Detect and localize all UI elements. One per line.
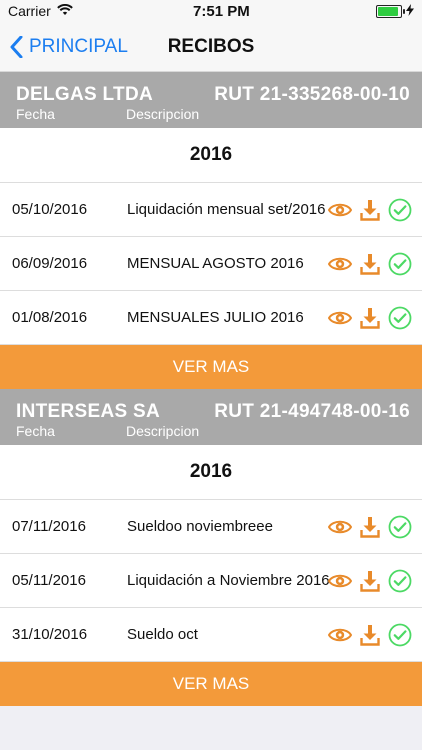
carrier-label: Carrier: [8, 3, 51, 19]
download-icon[interactable]: [358, 515, 382, 539]
download-icon[interactable]: [358, 198, 382, 222]
receipt-description: MENSUALES JULIO 2016: [127, 309, 304, 326]
receipt-date: 07/11/2016: [12, 518, 86, 535]
company-header: DELGAS LTDA RUT 21-335268-00-10 Fecha De…: [0, 72, 422, 128]
ver-mas-button[interactable]: VER MAS: [0, 345, 422, 389]
column-header-descripcion: Descripcion: [126, 423, 200, 439]
eye-icon[interactable]: [328, 623, 352, 647]
company-section: INTERSEAS SA RUT 21-494748-00-16 Fecha D…: [0, 389, 422, 706]
eye-icon[interactable]: [328, 198, 352, 222]
back-button[interactable]: PRINCIPAL: [0, 35, 128, 58]
check-circle-icon[interactable]: [388, 252, 412, 276]
download-icon[interactable]: [358, 252, 382, 276]
company-name: INTERSEAS SA: [16, 401, 161, 422]
navigation-bar: PRINCIPAL RECIBOS: [0, 22, 422, 72]
receipt-date: 01/08/2016: [12, 309, 88, 326]
receipt-row[interactable]: 31/10/2016 Sueldo oct: [0, 608, 422, 662]
receipt-description: MENSUAL AGOSTO 2016: [127, 255, 304, 272]
year-header: 2016: [0, 445, 422, 500]
column-header-descripcion: Descripcion: [126, 106, 200, 122]
receipt-date: 05/11/2016: [12, 572, 86, 589]
year-header: 2016: [0, 128, 422, 183]
ver-mas-button[interactable]: VER MAS: [0, 662, 422, 706]
company-section: DELGAS LTDA RUT 21-335268-00-10 Fecha De…: [0, 72, 422, 389]
eye-icon[interactable]: [328, 252, 352, 276]
receipt-description: Sueldoo noviembreee: [127, 518, 273, 535]
company-rut: RUT 21-494748-00-16: [214, 401, 410, 422]
company-name: DELGAS LTDA: [16, 84, 153, 105]
receipt-description: Liquidación mensual set/2016: [127, 201, 326, 218]
receipt-row[interactable]: 05/10/2016 Liquidación mensual set/2016: [0, 183, 422, 237]
receipt-row[interactable]: 06/09/2016 MENSUAL AGOSTO 2016: [0, 237, 422, 291]
company-rut: RUT 21-335268-00-10: [214, 84, 410, 105]
download-icon[interactable]: [358, 623, 382, 647]
receipt-description: Liquidación a Noviembre 2016: [127, 572, 330, 589]
eye-icon[interactable]: [328, 306, 352, 330]
check-circle-icon[interactable]: [388, 198, 412, 222]
company-header: INTERSEAS SA RUT 21-494748-00-16 Fecha D…: [0, 389, 422, 445]
download-icon[interactable]: [358, 306, 382, 330]
column-header-fecha: Fecha: [16, 106, 55, 122]
receipt-row[interactable]: 05/11/2016 Liquidación a Noviembre 2016: [0, 554, 422, 608]
receipt-row[interactable]: 07/11/2016 Sueldoo noviembreee: [0, 500, 422, 554]
receipt-description: Sueldo oct: [127, 626, 198, 643]
back-label: PRINCIPAL: [29, 35, 128, 57]
eye-icon[interactable]: [328, 569, 352, 593]
receipt-date: 31/10/2016: [12, 626, 88, 643]
check-circle-icon[interactable]: [388, 569, 412, 593]
download-icon[interactable]: [358, 569, 382, 593]
wifi-icon: [56, 3, 73, 19]
receipt-list: 05/10/2016 Liquidación mensual set/2016 …: [0, 183, 422, 345]
receipt-date: 06/09/2016: [12, 255, 88, 272]
check-circle-icon[interactable]: [388, 623, 412, 647]
column-header-fecha: Fecha: [16, 423, 55, 439]
battery-icon: [375, 4, 405, 18]
charging-icon: [405, 3, 414, 19]
clock: 7:51 PM: [193, 2, 250, 20]
check-circle-icon[interactable]: [388, 515, 412, 539]
chevron-left-icon: [10, 35, 23, 58]
status-bar: Carrier 7:51 PM: [0, 0, 422, 22]
receipt-date: 05/10/2016: [12, 201, 88, 218]
receipt-list: 07/11/2016 Sueldoo noviembreee 05/11/201…: [0, 500, 422, 662]
receipt-row[interactable]: 01/08/2016 MENSUALES JULIO 2016: [0, 291, 422, 345]
eye-icon[interactable]: [328, 515, 352, 539]
check-circle-icon[interactable]: [388, 306, 412, 330]
